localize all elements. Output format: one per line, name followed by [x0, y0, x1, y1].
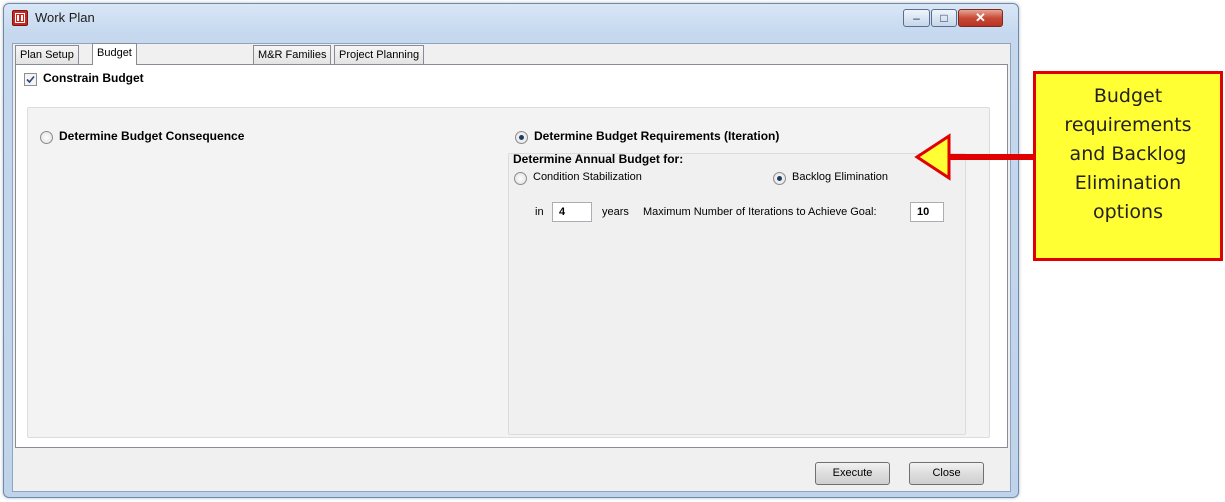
callout-line: and Backlog	[1069, 143, 1187, 165]
budget-consequence-label[interactable]: Determine Budget Consequence	[59, 129, 244, 143]
radio-selected-dot	[519, 135, 524, 140]
constrain-budget-label[interactable]: Constrain Budget	[43, 71, 144, 85]
app-icon	[12, 10, 28, 26]
tab-plan-setup[interactable]: Plan Setup	[15, 45, 79, 64]
callout-line: Elimination	[1074, 172, 1182, 194]
callout-line: requirements	[1064, 114, 1192, 136]
tab-budget[interactable]: Budget	[92, 43, 137, 65]
budget-consequence-radio[interactable]	[40, 131, 53, 144]
max-iterations-input[interactable]: 10	[910, 202, 944, 222]
checkmark-icon	[26, 75, 35, 84]
maximize-button[interactable]: □	[931, 9, 957, 27]
close-button[interactable]: Close	[909, 462, 984, 485]
backlog-elimination-label[interactable]: Backlog Elimination	[792, 171, 888, 183]
budget-requirements-radio[interactable]	[515, 131, 528, 144]
tab-mr-families[interactable]: M&R Families	[253, 45, 332, 64]
annual-budget-group-label: Determine Annual Budget for:	[513, 152, 684, 166]
minimize-icon: –	[913, 11, 920, 25]
max-iterations-label: Maximum Number of Iterations to Achieve …	[643, 206, 877, 218]
annotation-callout: Budget requirements and Backlog Eliminat…	[1033, 71, 1223, 261]
radio-selected-dot	[777, 176, 782, 181]
years-input[interactable]: 4	[552, 202, 592, 222]
callout-line: Budget	[1093, 85, 1163, 107]
work-plan-window: Work Plan – □ ✕ Plan Setup Budget M&R Fa…	[3, 3, 1019, 498]
title-bar: Work Plan – □ ✕	[4, 4, 1018, 32]
backlog-elimination-radio[interactable]	[773, 172, 786, 185]
maximize-icon: □	[940, 11, 948, 25]
budget-mode-group: Determine Budget Consequence Determine B…	[27, 107, 990, 438]
in-label: in	[535, 206, 544, 218]
close-window-button[interactable]: ✕	[958, 9, 1003, 27]
client-area: Plan Setup Budget M&R Families Project P…	[12, 43, 1011, 492]
callout-arrow-icon	[914, 133, 1036, 181]
tab-project-planning[interactable]: Project Planning	[334, 45, 425, 64]
years-label: years	[602, 206, 629, 218]
budget-requirements-label[interactable]: Determine Budget Requirements (Iteration…	[534, 129, 779, 143]
condition-stabilization-label[interactable]: Condition Stabilization	[533, 171, 642, 183]
close-icon: ✕	[975, 10, 986, 25]
budget-tab-page: Constrain Budget Determine Budget Conseq…	[15, 64, 1008, 448]
execute-button[interactable]: Execute	[815, 462, 890, 485]
annual-budget-group: Determine Annual Budget for: Condition S…	[508, 152, 966, 435]
constrain-budget-checkbox[interactable]	[24, 73, 37, 86]
callout-line: options	[1093, 201, 1163, 223]
condition-stabilization-radio[interactable]	[514, 172, 527, 185]
window-title: Work Plan	[35, 10, 95, 25]
minimize-button[interactable]: –	[903, 9, 930, 27]
